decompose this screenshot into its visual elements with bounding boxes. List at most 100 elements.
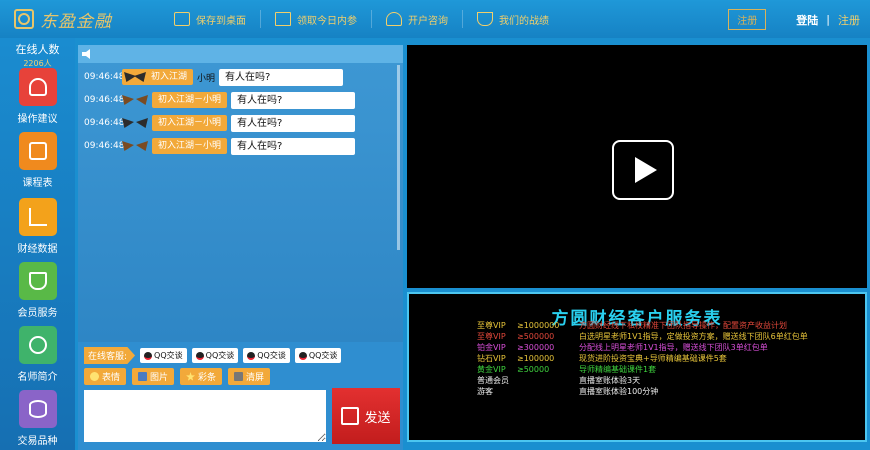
service-amount: ≥500000 xyxy=(517,331,555,341)
calendar-icon xyxy=(18,132,57,170)
send-label: 发送 xyxy=(364,410,391,426)
service-desc: 方圆财经线下私校精准下团队指导操作，配置资产收益计划 xyxy=(579,320,787,330)
logo-text: 东盈金融 xyxy=(40,11,112,32)
logo-icon xyxy=(14,9,34,29)
user-level-tag[interactable]: 初入江湖－小明 xyxy=(152,92,228,108)
clear-screen-button[interactable]: 清屏 xyxy=(228,368,271,385)
chat-scrollbar[interactable] xyxy=(397,65,400,250)
service-level: 游客 xyxy=(477,386,493,396)
user-icon xyxy=(18,326,57,364)
qq-icon xyxy=(247,351,256,360)
service-desc: 白选明星老师1V1指导，定做投资方案，赠送线下团队6单红包单 xyxy=(579,331,808,341)
image-icon xyxy=(138,372,148,381)
service-level: 普通会员 xyxy=(477,375,509,385)
sidebar-item-label: 财经数据 xyxy=(17,244,58,255)
service-amount: ≥300000 xyxy=(517,342,555,352)
clear-screen-label: 清屏 xyxy=(246,373,265,383)
chat-message: 09:46:48 初入江湖－小明 有人在吗? xyxy=(84,91,356,109)
our-record-link[interactable]: 我们的战绩 xyxy=(463,10,563,28)
emoji-label: 表情 xyxy=(102,373,121,383)
qq-chat-button[interactable]: QQ交谈 xyxy=(294,348,342,363)
sidebar-item-label: 名师简介 xyxy=(17,372,58,383)
star-icon xyxy=(186,372,196,381)
register-link[interactable]: 注册 xyxy=(838,12,860,28)
headset-icon xyxy=(386,12,402,26)
qq-chat-label: QQ交谈 xyxy=(308,351,338,360)
service-amount: ≥1000000 xyxy=(517,320,560,330)
logo[interactable]: 东盈金融 xyxy=(0,7,160,32)
chat-input[interactable] xyxy=(84,390,326,442)
auth-area: 注册 登陆 | 注册 xyxy=(728,9,860,30)
user-level-tag[interactable]: 初入江湖－小明 xyxy=(152,138,228,154)
sidebar-item-label: 会员服务 xyxy=(17,308,58,319)
chat-message: 09:46:48 初入江湖 小明 有人在吗? xyxy=(84,68,344,86)
qq-chat-button[interactable]: QQ交谈 xyxy=(243,348,290,363)
daily-report-link[interactable]: 领取今日内参 xyxy=(261,10,372,28)
video-player[interactable] xyxy=(407,45,867,288)
play-icon[interactable] xyxy=(612,140,674,200)
qq-chat-label: QQ交谈 xyxy=(205,351,235,360)
chat-toolbar xyxy=(78,45,403,63)
color-bar-button[interactable]: 彩条 xyxy=(180,368,223,385)
qq-icon xyxy=(298,351,307,360)
service-level: 钻石VIP xyxy=(477,353,506,363)
service-table: 方圆财经客户服务表 至尊VIP ≥1000000 方圆财经线下私校精准下团队指导… xyxy=(407,292,867,442)
emoji-button[interactable]: 表情 xyxy=(84,368,127,385)
service-desc: 直播室账体验100分钟 xyxy=(579,386,659,396)
user-level-tag: 初入江湖 xyxy=(122,69,194,85)
sidebar-item-teachers[interactable]: 名师简介 xyxy=(0,326,75,383)
message-time: 09:46:48 xyxy=(84,95,125,105)
emoji-icon xyxy=(90,372,99,381)
kefu-label: 在线客服: xyxy=(84,347,136,364)
trophy-icon xyxy=(477,12,493,26)
register-box-button[interactable]: 注册 xyxy=(728,9,767,30)
clear-icon xyxy=(234,372,244,381)
qq-chat-label: QQ交谈 xyxy=(154,351,183,360)
qq-chat-button[interactable]: QQ交谈 xyxy=(140,348,187,363)
service-desc: 现货进阶投资宝典+导师精编基础课件5套 xyxy=(579,353,727,363)
login-link[interactable]: 登陆 xyxy=(796,12,818,28)
user-level-text: 初入江湖 xyxy=(151,72,188,82)
top-header: 东盈金融 保存到桌面 领取今日内参 开户咨询 我们的战绩 注册 登陆 | 注册 xyxy=(0,0,870,38)
sidebar-item-label: 交易品种 xyxy=(17,436,58,447)
service-level: 黄金VIP xyxy=(477,364,506,374)
sidebar: 在线人数 2206人 操作建议 课程表 财经数据 会员服务 名师简介 交易品种 xyxy=(0,38,75,450)
chat-message: 09:46:48 初入江湖－小明 有人在吗? xyxy=(84,137,356,155)
service-desc: 导师精编基础课件1套 xyxy=(579,364,657,374)
sidebar-item-operation-advice[interactable]: 操作建议 xyxy=(0,68,75,125)
qq-chat-button[interactable]: QQ交谈 xyxy=(191,348,239,363)
sidebar-item-trade-varieties[interactable]: 交易品种 xyxy=(0,390,75,447)
service-amount: ≥100000 xyxy=(517,353,555,363)
hand-pointer-icon xyxy=(18,68,57,106)
chat-input-area: 在线客服: QQ交谈 QQ交谈 QQ交谈 QQ交谈 表情 图片 彩条 清屏 发送 xyxy=(78,342,403,450)
chart-icon xyxy=(18,198,57,236)
save-to-desktop-link[interactable]: 保存到桌面 xyxy=(160,10,261,28)
our-record-label: 我们的战绩 xyxy=(499,15,549,27)
sidebar-item-member-service[interactable]: 会员服务 xyxy=(0,262,75,319)
service-row: 游客 直播室账体验100分钟 xyxy=(477,385,658,397)
message-bubble: 有人在吗? xyxy=(219,68,344,86)
message-time: 09:46:48 xyxy=(84,118,125,128)
send-button[interactable]: 发送 xyxy=(332,388,400,444)
monitor-icon xyxy=(174,12,190,26)
image-button[interactable]: 图片 xyxy=(132,368,175,385)
image-label: 图片 xyxy=(150,373,169,383)
save-to-desktop-label: 保存到桌面 xyxy=(196,15,246,27)
message-user[interactable]: 小明 xyxy=(197,71,215,84)
service-level: 至尊VIP xyxy=(477,320,506,330)
qq-icon xyxy=(195,351,204,360)
service-level: 至尊VIP xyxy=(477,331,506,341)
account-consult-link[interactable]: 开户咨询 xyxy=(372,10,463,28)
speaker-icon[interactable] xyxy=(82,49,90,59)
sidebar-item-schedule[interactable]: 课程表 xyxy=(0,132,75,189)
kefu-row: 在线客服: QQ交谈 QQ交谈 QQ交谈 QQ交谈 xyxy=(84,347,342,364)
online-title: 在线人数 xyxy=(15,43,60,56)
service-level: 铂金VIP xyxy=(477,342,506,352)
service-desc: 直播室账体验3天 xyxy=(579,375,641,385)
qq-icon xyxy=(144,351,153,360)
account-consult-label: 开户咨询 xyxy=(408,15,448,27)
user-level-tag[interactable]: 初入江湖－小明 xyxy=(152,115,228,131)
daily-report-label: 领取今日内参 xyxy=(297,15,357,27)
sidebar-item-finance-data[interactable]: 财经数据 xyxy=(0,198,75,255)
wings-icon xyxy=(122,139,148,153)
